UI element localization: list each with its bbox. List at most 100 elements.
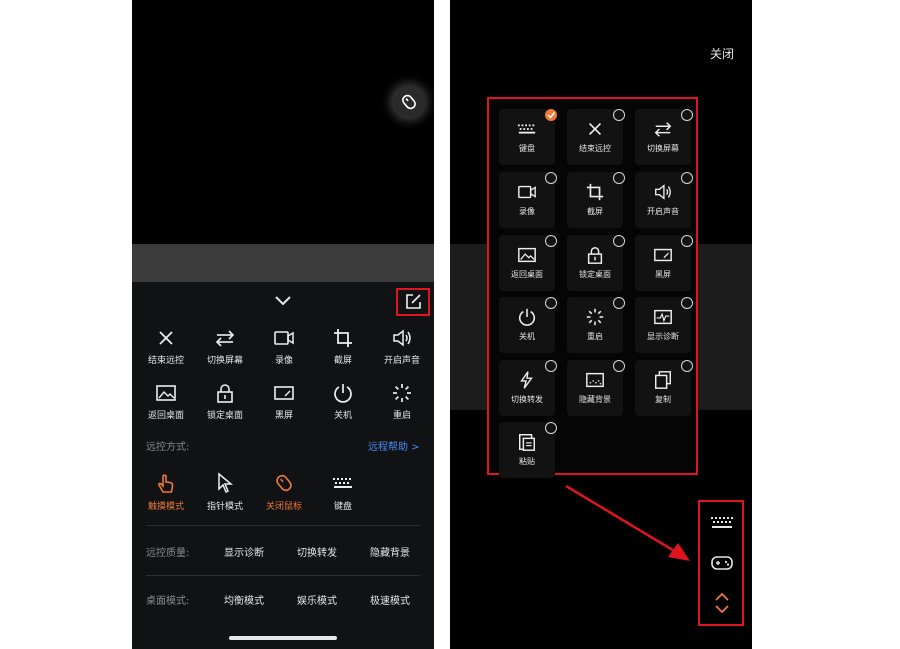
- expand-collapse-icon[interactable]: [710, 590, 734, 616]
- loading-icon: [586, 308, 604, 326]
- mode-label: 指针模式: [206, 502, 243, 512]
- checkmark-icon[interactable]: [545, 109, 557, 121]
- grid-item-video[interactable]: 录像: [499, 172, 557, 228]
- video-icon: [518, 185, 536, 199]
- desktop-option-entertainment[interactable]: 娱乐模式: [297, 592, 337, 607]
- touch-icon: [158, 474, 174, 493]
- power-icon: [519, 308, 535, 326]
- toolbar-item-label: 关机: [333, 411, 352, 421]
- grid-item-paste[interactable]: 粘贴: [499, 422, 557, 478]
- grid-item-label: 截屏: [587, 207, 603, 216]
- loading-icon: [393, 384, 411, 402]
- radio-unchecked-icon[interactable]: [613, 172, 625, 184]
- divider: [146, 575, 420, 576]
- copy-icon: [655, 371, 671, 389]
- grid-item-diagnostic[interactable]: 显示诊断: [635, 297, 693, 353]
- grid-item-lightning[interactable]: 切换转发: [499, 360, 557, 416]
- toolbar-lock-button[interactable]: 锁定桌面: [195, 382, 255, 421]
- toolbar-item-label: 返回桌面: [147, 411, 184, 421]
- mode-touch-button[interactable]: 触摸模式: [136, 472, 196, 512]
- floating-mouse-button[interactable]: [394, 87, 424, 117]
- grid-item-image[interactable]: 返回桌面: [499, 235, 557, 291]
- remote-help-link[interactable]: 远程帮助 >: [368, 438, 420, 453]
- radio-unchecked-icon[interactable]: [681, 360, 693, 372]
- radio-unchecked-icon[interactable]: [613, 297, 625, 309]
- toolbar-black-screen-button[interactable]: 黑屏: [254, 382, 314, 421]
- radio-unchecked-icon[interactable]: [681, 109, 693, 121]
- radio-unchecked-icon[interactable]: [545, 422, 557, 434]
- quality-option-hide-bg[interactable]: 隐藏背景: [370, 544, 410, 559]
- gamepad-icon[interactable]: [710, 554, 734, 572]
- grid-item-black-screen[interactable]: 黑屏: [635, 235, 693, 291]
- radio-unchecked-icon[interactable]: [545, 297, 557, 309]
- grid-item-label: 隐藏背景: [579, 395, 611, 404]
- close-icon: [159, 331, 173, 345]
- video-icon: [274, 331, 294, 345]
- close-button[interactable]: 关闭: [710, 45, 734, 62]
- grid-item-lock[interactable]: 锁定桌面: [567, 235, 625, 291]
- paste-icon: [519, 434, 535, 451]
- black-screen-icon: [274, 386, 294, 400]
- toolbar-power-button[interactable]: 关机: [313, 382, 373, 421]
- radio-unchecked-icon[interactable]: [545, 172, 557, 184]
- black-screen-icon: [654, 248, 672, 262]
- grid-item-keyboard[interactable]: 键盘: [499, 109, 557, 165]
- chevron-down-icon[interactable]: [272, 294, 294, 308]
- grid-item-copy[interactable]: 复制: [635, 360, 693, 416]
- grid-item-hide-background[interactable]: 隐藏背景: [567, 360, 625, 416]
- desktop-option-balanced[interactable]: 均衡模式: [224, 592, 264, 607]
- toolbar-loading-button[interactable]: 重启: [372, 382, 432, 421]
- radio-unchecked-icon[interactable]: [613, 109, 625, 121]
- toolbar-item-label: 切换屏幕: [206, 356, 243, 366]
- desktop-mode-label: 桌面模式:: [146, 596, 190, 607]
- radio-unchecked-icon[interactable]: [545, 360, 557, 372]
- radio-unchecked-icon[interactable]: [681, 172, 693, 184]
- edit-toolbar-button[interactable]: [396, 288, 430, 316]
- toolbar-crop-button[interactable]: 截屏: [313, 327, 373, 366]
- grid-item-label: 复制: [655, 395, 671, 404]
- mode-pointer-button[interactable]: 指针模式: [195, 472, 255, 512]
- quality-option-diagnostic[interactable]: 显示诊断: [224, 544, 264, 559]
- pointer-icon: [218, 472, 234, 494]
- grid-item-swap[interactable]: 切换屏幕: [635, 109, 693, 165]
- grid-item-label: 录像: [519, 207, 535, 216]
- swap-icon: [215, 330, 235, 347]
- grid-item-close[interactable]: 结束远控: [567, 109, 625, 165]
- grid-item-label: 显示诊断: [647, 332, 679, 341]
- radio-unchecked-icon[interactable]: [613, 360, 625, 372]
- mode-keyboard-button[interactable]: 键盘: [313, 472, 373, 512]
- radio-unchecked-icon[interactable]: [681, 235, 693, 247]
- quality-option-relay[interactable]: 切换转发: [297, 544, 337, 559]
- radio-unchecked-icon[interactable]: [545, 235, 557, 247]
- power-icon: [334, 384, 352, 403]
- right-phone-screen: 关闭 键盘 结束远控 切换屏幕录像 截屏 开启声音返回桌面 锁定桌面 黑屏关机 重启 显示诊断切…: [450, 0, 752, 649]
- grid-item-label: 切换屏幕: [647, 144, 679, 153]
- grid-item-label: 粘贴: [519, 457, 535, 466]
- toolbar-item-label: 锁定桌面: [206, 411, 243, 421]
- radio-unchecked-icon[interactable]: [681, 297, 693, 309]
- toolbar-video-button[interactable]: 录像: [254, 327, 314, 366]
- mode-label: 触摸模式: [147, 502, 184, 512]
- mouse-icon: [276, 474, 292, 492]
- diagnostic-icon: [654, 309, 672, 325]
- grid-item-power[interactable]: 关机: [499, 297, 557, 353]
- toolbar-item-label: 开启声音: [383, 356, 420, 366]
- desktop-option-speed[interactable]: 极速模式: [370, 592, 410, 607]
- toolbar-speaker-button[interactable]: 开启声音: [372, 327, 432, 366]
- lightning-icon: [520, 371, 533, 389]
- toolbar-item-label: 录像: [274, 356, 293, 366]
- edit-icon: [406, 294, 421, 309]
- keyboard-icon[interactable]: [710, 516, 734, 532]
- toolbar-image-button[interactable]: 返回桌面: [136, 382, 196, 421]
- grid-item-speaker[interactable]: 开启声音: [635, 172, 693, 228]
- toolbar-swap-button[interactable]: 切换屏幕: [195, 327, 255, 366]
- mode-mouse-button[interactable]: 关闭鼠标: [254, 472, 314, 512]
- grid-item-label: 键盘: [519, 144, 535, 153]
- grid-item-label: 黑屏: [655, 270, 671, 279]
- radio-unchecked-icon[interactable]: [613, 235, 625, 247]
- grid-item-loading[interactable]: 重启: [567, 297, 625, 353]
- grid-item-crop[interactable]: 截屏: [567, 172, 625, 228]
- crop-icon: [334, 329, 352, 347]
- lock-icon: [217, 384, 233, 403]
- toolbar-close-button[interactable]: 结束远控: [136, 327, 196, 366]
